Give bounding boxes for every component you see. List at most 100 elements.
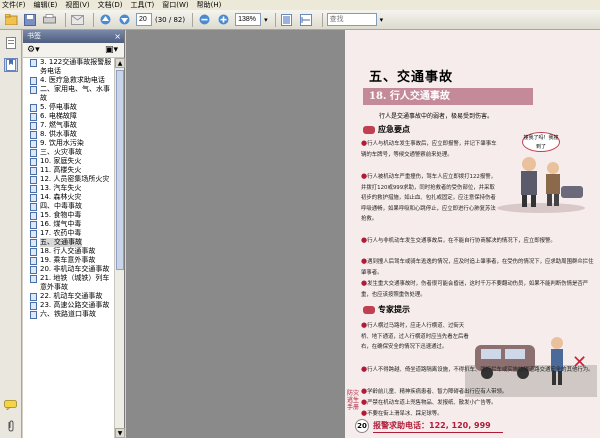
bookmark-icon [30,266,37,274]
bookmark-options-icon[interactable]: ⚙▾ [27,45,40,55]
bookmark-item[interactable]: 14. 森林火灾 [23,193,115,202]
emergency-item: ●行人与机动车发生事故后，应立即报警，并记下肇事车辆的车牌号，等候交通警察前来处… [361,139,497,158]
menu-help[interactable]: 帮助(H) [197,0,222,10]
bookmark-item[interactable]: 16. 煤气中毒 [23,220,115,229]
zoom-in-icon[interactable] [216,13,230,27]
bookmark-label: 4. 医疗急救求助电话 [40,76,105,84]
bookmark-item[interactable]: 11. 高楼失火 [23,166,115,175]
expert-item: ●严禁在机动车道上兜售物品、发报纸、散发小广告等。 [361,398,497,406]
emergency-item: ●发生重大交通事故时，伤者很可能会昏迷，这时千万不要翻动伤员，如果不能判断伤情是… [361,279,589,298]
bookmark-icon [30,311,37,319]
footer-divider [373,432,503,433]
print-icon[interactable] [42,13,56,27]
bookmark-item[interactable]: 三、火灾事故 [23,148,115,157]
comments-icon[interactable] [3,400,19,412]
zoom-input[interactable] [235,13,262,26]
bookmark-panel-header: 书签 × [23,30,124,43]
bookmark-item[interactable]: 21. 地铁（城铁）列车意外事故 [23,274,115,292]
bookmark-item[interactable]: 五、交通事故 [23,238,115,247]
email-icon[interactable] [70,13,84,27]
bookmark-item[interactable]: 15. 食物中毒 [23,211,115,220]
bookmark-item[interactable]: 六、铁路道口事故 [23,310,115,319]
bookmark-label: 三、火灾事故 [40,148,82,156]
toolbar: (30 / 82) ▾ ▾ [0,10,600,30]
expert-item: ●行人横过马路时，应走人行横道、过街天桥、地下通道，过人行横道时应当先看左后看右… [361,321,469,351]
find-dropdown-icon[interactable]: ▾ [380,16,384,24]
emergency-item: ●行人被机动车严重撞伤，驾车人应立即拨打122报警，并拨打120或999求助，同… [361,172,496,223]
fit-page-icon[interactable] [280,13,294,27]
expert-item: ●行人不得跨越、倚坐道路隔离设施，不得扒车、强行拦车或实施妨碍道路交通安全的其他… [361,365,594,373]
document-view[interactable]: 五、交通事故 18. 行人交通事故 行人是交通事故中的弱者，极易受到伤害。 应急… [126,30,600,438]
scroll-up-icon[interactable]: ▲ [115,58,125,68]
close-icon[interactable]: × [114,30,121,43]
bookmark-label: 6. 电梯故障 [40,112,77,120]
bookmark-item[interactable]: 17. 农药中毒 [23,229,115,238]
bookmark-label: 五、交通事故 [40,238,82,247]
tip-icon [363,306,375,314]
bookmark-panel-title: 书签 [27,32,41,40]
navigation-rail [0,30,22,438]
bookmark-item[interactable]: 8. 供水事故 [23,130,115,139]
bookmark-item[interactable]: 13. 汽车失火 [23,184,115,193]
bookmark-item[interactable]: 9. 饮用水污染 [23,139,115,148]
find-input[interactable] [326,13,377,26]
bookmark-item[interactable]: 10. 家庭失火 [23,157,115,166]
toolbar-separator [65,12,66,27]
bookmark-item[interactable]: 23. 高速公路交通事故 [23,301,115,310]
toolbar-separator [321,12,323,27]
bookmark-icon [30,194,37,202]
scroll-down-icon[interactable]: ▼ [115,428,125,438]
bookmark-item[interactable]: 18. 行人交通事故 [23,247,115,256]
bookmark-item[interactable]: 20. 非机动车交通事故 [23,265,115,274]
zoom-out-icon[interactable] [197,13,211,27]
bookmark-item[interactable]: 7. 燃气事故 [23,121,115,130]
menu-tools[interactable]: 工具(T) [131,0,155,10]
page-down-icon[interactable] [117,13,131,27]
page-number-input[interactable] [136,13,152,26]
page-up-icon[interactable] [98,13,112,27]
menu-window[interactable]: 窗口(W) [162,0,188,10]
bookmark-label: 12. 人员密集场所火灾 [40,175,110,183]
open-folder-icon[interactable] [4,13,18,27]
bookmark-item[interactable]: 22. 机动车交通事故 [23,292,115,301]
bookmark-item[interactable]: 12. 人员密集场所火灾 [23,175,115,184]
bookmark-label: 9. 饮用水污染 [40,139,84,147]
footer-hotline: 报警求助电话：122, 120, 999 [373,421,491,430]
bookmark-label: 15. 食物中毒 [40,211,82,219]
bookmark-icon [30,185,37,193]
document-page: 五、交通事故 18. 行人交通事故 行人是交通事故中的弱者，极易受到伤害。 应急… [345,30,600,438]
bookmark-item[interactable]: 4. 医疗急救求助电话 [23,76,115,85]
toolbar-separator [93,12,94,27]
bookmark-icon [30,257,37,265]
bookmark-icon [30,275,37,283]
menu-edit[interactable]: 编辑(E) [34,0,58,10]
bookmark-label: 14. 森林火灾 [40,193,82,201]
expert-item: ●学龄前儿童、精神疾病患者、智力障碍者出行应有人带领。 [361,387,508,395]
bookmark-item[interactable]: 19. 乘车意外事故 [23,256,115,265]
bookmark-item[interactable]: 5. 停电事故 [23,103,115,112]
new-bookmark-icon[interactable]: ▣▾ [105,45,118,55]
menu-file[interactable]: 文件(F) [2,0,26,10]
scroll-thumb[interactable] [116,70,124,270]
bookmarks-panel-icon[interactable] [4,58,18,72]
menu-document[interactable]: 文档(D) [98,0,123,10]
bookmark-label: 11. 高楼失火 [40,166,82,174]
bookmark-item[interactable]: 3. 122交通事故报警服务电话 [23,58,115,76]
bookmark-item[interactable]: 四、中毒事故 [23,202,115,211]
zoom-dropdown-icon[interactable]: ▾ [264,16,268,24]
expert-heading: 专家提示 [363,304,410,315]
fit-width-icon[interactable] [299,13,313,27]
attachments-icon[interactable] [3,420,19,432]
bookmark-icon [30,104,37,112]
save-icon[interactable] [23,13,37,27]
pages-panel-icon[interactable] [4,36,18,50]
bookmark-label: 16. 煤气中毒 [40,220,82,228]
bookmark-icon [30,302,37,310]
previous-page-edge [126,30,345,438]
menu-view[interactable]: 视图(V) [65,0,89,10]
bookmark-item[interactable]: 6. 电梯故障 [23,112,115,121]
bookmark-scrollbar[interactable]: ▲ ▼ [114,58,125,438]
bookmark-icon [30,131,37,139]
bookmark-item[interactable]: 二、家用电、气、水事故 [23,85,115,103]
accident-illustration [497,157,585,213]
